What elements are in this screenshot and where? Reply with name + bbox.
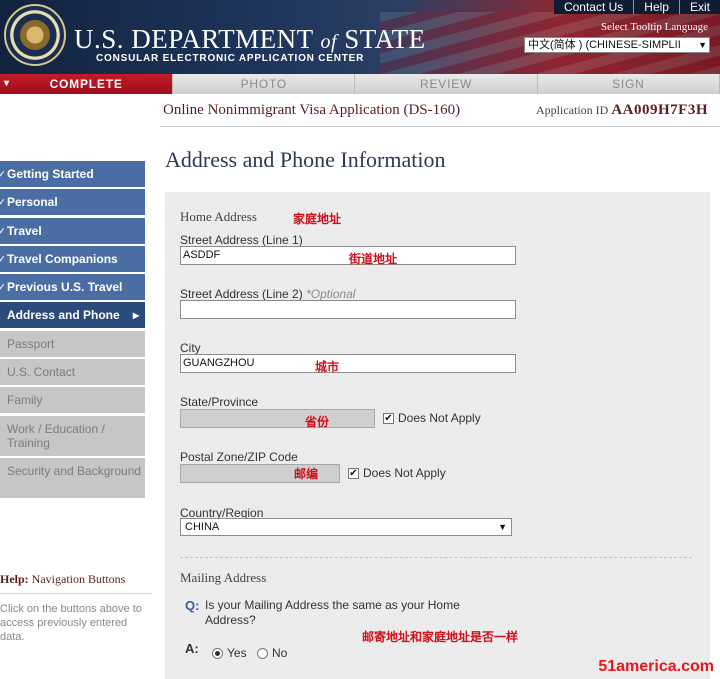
sidebar-item-getting-started[interactable]: Getting Started: [0, 161, 145, 187]
zip-label: Postal Zone/ZIP Code: [180, 450, 298, 464]
help-text: Click on the buttons above to access pre…: [0, 603, 142, 643]
mailing-address-heading: Mailing Address: [180, 570, 267, 585]
help-box: Help: Navigation Buttons Click on the bu…: [0, 572, 152, 644]
application-id: Application ID AA009H7F3H: [536, 102, 708, 118]
annotation-home: 家庭地址: [293, 212, 342, 226]
street2-label: Street Address (Line 2) *Optional: [180, 287, 356, 301]
state-input: [180, 409, 375, 428]
department-subtitle: CONSULAR ELECTRONIC APPLICATION CENTER: [96, 53, 365, 64]
progress-step-complete[interactable]: COMPLETE: [0, 74, 174, 94]
question-marker: Q:: [185, 598, 200, 613]
department-title: U.S. DEPARTMENT of STATE: [74, 24, 426, 54]
progress-bar: COMPLETE PHOTO REVIEW SIGN: [0, 74, 720, 94]
sidebar-item-travel[interactable]: Travel: [0, 217, 145, 244]
zip-does-not-apply[interactable]: ✔ Does Not Apply: [348, 466, 446, 480]
sidebar-item-previous-us-travel[interactable]: Previous U.S. Travel: [0, 274, 145, 301]
progress-step-photo: PHOTO: [173, 74, 356, 94]
annotation-state: 省份: [305, 415, 330, 429]
street1-input[interactable]: ASDDF: [180, 246, 516, 265]
top-links: Contact Us Help Exit: [553, 0, 720, 14]
help-link[interactable]: Help: [633, 0, 679, 14]
radio-selected-icon[interactable]: [212, 647, 223, 659]
progress-step-sign: SIGN: [537, 74, 720, 94]
checkbox-checked-icon[interactable]: ✔: [383, 412, 394, 424]
radio-no[interactable]: No: [257, 646, 287, 660]
contact-us-link[interactable]: Contact Us: [554, 0, 633, 14]
city-label: City: [180, 341, 201, 355]
home-address-heading: Home Address: [180, 209, 257, 224]
sidebar-item-personal[interactable]: Personal: [0, 189, 145, 216]
site-header: U.S. DEPARTMENT of STATE CONSULAR ELECTR…: [0, 0, 720, 74]
progress-step-review: REVIEW: [355, 74, 538, 94]
chevron-down-icon: ▼: [698, 40, 707, 50]
annotation-zip: 邮编: [294, 467, 319, 481]
exit-link[interactable]: Exit: [678, 0, 720, 14]
language-label: Select Tooltip Language: [600, 21, 708, 33]
radio-yes[interactable]: Yes: [212, 646, 247, 660]
section-separator: [180, 557, 692, 558]
sidebar-item-us-contact: U.S. Contact: [0, 359, 145, 386]
annotation-street: 街道地址: [349, 252, 398, 266]
language-select[interactable]: 中文(简体 ) (CHINESE-SIMPLII ▼: [524, 37, 710, 53]
sidebar-item-family: Family: [0, 387, 145, 414]
annotation-mailing: 邮寄地址和家庭地址是否一样: [362, 630, 519, 644]
page-title: Address and Phone Information: [165, 147, 446, 172]
sidebar-item-security-background: Security and Background: [0, 457, 145, 498]
city-input[interactable]: GUANGZHOU: [180, 354, 516, 373]
answer-marker: A:: [185, 641, 199, 656]
help-title: Help: Navigation Buttons: [0, 572, 152, 594]
site-watermark: 51america.com: [598, 658, 714, 675]
annotation-city: 城市: [315, 360, 340, 374]
chevron-down-icon: ▼: [498, 522, 507, 532]
checkbox-checked-icon[interactable]: ✔: [348, 467, 359, 479]
sidebar-nav: Getting Started Personal Travel Travel C…: [0, 161, 145, 500]
divider: [160, 126, 720, 127]
street1-label: Street Address (Line 1): [180, 233, 303, 247]
country-select[interactable]: CHINA ▼: [180, 518, 512, 536]
radio-empty-icon[interactable]: [257, 647, 268, 659]
sidebar-item-passport: Passport: [0, 330, 145, 357]
sidebar-item-travel-companions[interactable]: Travel Companions: [0, 245, 145, 272]
state-label: State/Province: [180, 395, 259, 409]
street2-input[interactable]: [180, 300, 516, 319]
mailing-same-question: Is your Mailing Address the same as your…: [205, 598, 460, 627]
form-name: Online Nonimmigrant Visa Application (DS…: [163, 102, 461, 118]
state-department-seal-icon: [4, 4, 66, 66]
state-does-not-apply[interactable]: ✔ Does Not Apply: [383, 411, 481, 425]
sidebar-item-work-education: Work / Education / Training: [0, 415, 145, 456]
sidebar-item-address-and-phone[interactable]: Address and Phone: [0, 302, 145, 329]
